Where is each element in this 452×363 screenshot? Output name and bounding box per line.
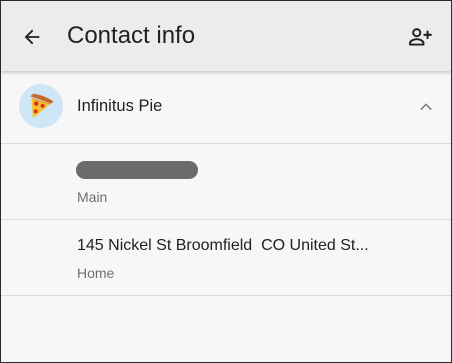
add-contact-button[interactable] <box>403 20 437 54</box>
avatar <box>19 84 63 128</box>
arrow-left-icon <box>24 29 40 45</box>
page-title: Contact info <box>67 22 196 49</box>
contact-details: Infinitus Pie Main 145 Nickel St Broomfi… <box>1 71 451 362</box>
redacted-phone-number <box>76 161 198 179</box>
phone-label: Main <box>77 189 108 205</box>
divider <box>1 295 451 296</box>
contact-info-screen: Contact info Infinitus Pie Main 145 Nick… <box>0 0 452 363</box>
phone-row[interactable]: Main <box>1 144 451 220</box>
chevron-up-icon <box>420 103 432 111</box>
person-add-icon <box>409 28 432 46</box>
contact-name: Infinitus Pie <box>77 97 163 115</box>
address-value: 145 Nickel St Broomfield CO United St... <box>77 237 369 254</box>
address-row[interactable]: 145 Nickel St Broomfield CO United St...… <box>1 220 451 296</box>
contact-header-row[interactable]: Infinitus Pie <box>1 71 451 143</box>
pizza-slice-icon <box>30 93 54 119</box>
back-button[interactable] <box>15 20 49 54</box>
app-bar: Contact info <box>1 1 451 71</box>
address-label: Home <box>77 265 115 281</box>
collapse-button[interactable] <box>413 95 439 119</box>
